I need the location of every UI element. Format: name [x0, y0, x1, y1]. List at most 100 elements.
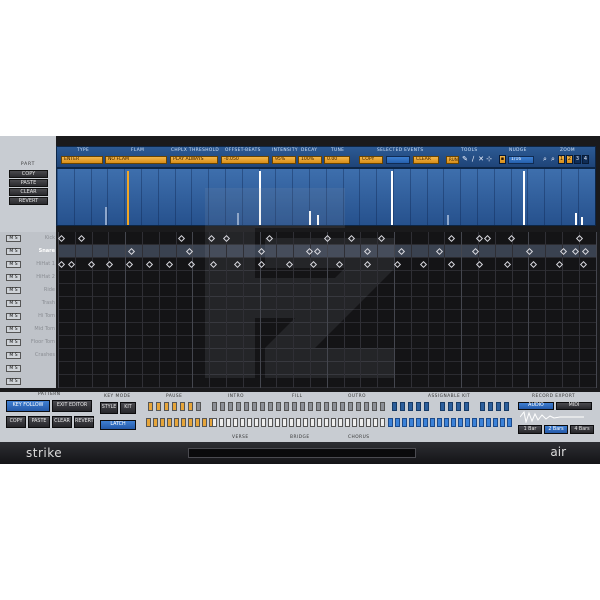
run-tool-button[interactable]: RUN	[446, 156, 459, 164]
pattern-key[interactable]	[400, 402, 405, 411]
mute-solo-button[interactable]: M S	[6, 339, 21, 346]
pattern-key[interactable]	[486, 418, 491, 427]
pattern-key[interactable]	[366, 418, 371, 427]
velocity-bar[interactable]	[523, 171, 525, 225]
pattern-key[interactable]	[392, 402, 397, 411]
pattern-key[interactable]	[252, 402, 257, 411]
pencil-icon[interactable]: ✎	[461, 155, 469, 164]
pattern-key[interactable]	[373, 418, 378, 427]
pattern-key[interactable]	[268, 418, 273, 427]
pattern-key[interactable]	[430, 418, 435, 427]
key-follow-button[interactable]: KEY FOLLOW	[6, 400, 50, 412]
pattern-key[interactable]	[164, 402, 169, 411]
mute-solo-button[interactable]: M S	[6, 248, 21, 255]
mute-solo-button[interactable]: M S	[6, 326, 21, 333]
pattern-key[interactable]	[174, 418, 179, 427]
part-revert-button[interactable]: REVERT	[9, 197, 48, 205]
pattern-key[interactable]	[444, 418, 449, 427]
mute-solo-button[interactable]: M S	[6, 365, 21, 372]
midi-button[interactable]: MIDI	[556, 402, 592, 410]
pattern-key[interactable]	[332, 402, 337, 411]
pattern-key[interactable]	[416, 402, 421, 411]
selected-copy-button[interactable]: COPY	[359, 156, 383, 164]
pattern-key[interactable]	[356, 402, 361, 411]
pattern-key[interactable]	[465, 418, 470, 427]
style-button[interactable]: STYLE	[100, 402, 118, 414]
velocity-bar[interactable]	[447, 215, 449, 225]
pattern-key[interactable]	[188, 418, 193, 427]
pattern-key[interactable]	[507, 418, 512, 427]
selected-events-field[interactable]	[386, 156, 410, 164]
pattern-key[interactable]	[458, 418, 463, 427]
velocity-bar[interactable]	[581, 217, 583, 225]
zoom-button-4[interactable]: 4	[582, 155, 589, 164]
pattern-key[interactable]	[345, 418, 350, 427]
mute-solo-button[interactable]: M S	[6, 352, 21, 359]
pattern-key[interactable]	[146, 418, 151, 427]
pattern-key[interactable]	[416, 418, 421, 427]
pattern-key[interactable]	[276, 402, 281, 411]
velocity-bar[interactable]	[575, 213, 577, 225]
mute-solo-button[interactable]: M S	[6, 274, 21, 281]
offset-field[interactable]: -0.050	[221, 156, 269, 164]
pattern-key[interactable]	[226, 418, 231, 427]
pattern-key[interactable]	[380, 402, 385, 411]
erase-icon[interactable]: ✕	[477, 155, 485, 164]
pattern-key[interactable]	[388, 418, 393, 427]
chplx-field[interactable]: PLAY ALWAYS	[170, 156, 218, 164]
pattern-key[interactable]	[172, 402, 177, 411]
tune-field[interactable]: 0.00	[324, 156, 350, 164]
pattern-key[interactable]	[472, 418, 477, 427]
pattern-key[interactable]	[275, 418, 280, 427]
pattern-key[interactable]	[303, 418, 308, 427]
nudge-lock-icon[interactable]: ▪	[499, 155, 506, 164]
bar-4-button[interactable]: 4 Bars	[570, 425, 594, 434]
pattern-key[interactable]	[324, 418, 329, 427]
pattern-key[interactable]	[480, 402, 485, 411]
pattern-key[interactable]	[261, 418, 266, 427]
pattern-key[interactable]	[212, 418, 217, 427]
pattern-key[interactable]	[423, 418, 428, 427]
pattern-key[interactable]	[372, 402, 377, 411]
pattern-key[interactable]	[338, 418, 343, 427]
pattern-key[interactable]	[308, 402, 313, 411]
part-clear-button[interactable]: CLEAR	[9, 188, 48, 196]
brush-icon[interactable]: ∕	[469, 155, 477, 164]
pattern-key[interactable]	[456, 402, 461, 411]
pattern-key[interactable]	[202, 418, 207, 427]
pattern-key[interactable]	[196, 402, 201, 411]
pattern-key[interactable]	[240, 418, 245, 427]
mute-solo-button[interactable]: M S	[6, 313, 21, 320]
mute-solo-button[interactable]: M S	[6, 261, 21, 268]
zoom-button-2[interactable]: 2	[566, 155, 573, 164]
pattern-key[interactable]	[479, 418, 484, 427]
zoom-button-3[interactable]: 3	[574, 155, 581, 164]
mute-solo-button[interactable]: M S	[6, 300, 21, 307]
pattern-key[interactable]	[348, 402, 353, 411]
part-copy-button[interactable]: COPY	[9, 170, 48, 178]
velocity-bar[interactable]	[127, 171, 129, 225]
pattern-key[interactable]	[181, 418, 186, 427]
exit-editor-button[interactable]: EXIT EDITOR	[52, 400, 92, 412]
pattern-key[interactable]	[153, 418, 158, 427]
pattern-key[interactable]	[359, 418, 364, 427]
pattern-key[interactable]	[496, 402, 501, 411]
pattern-key[interactable]	[160, 418, 165, 427]
pattern-paste-button[interactable]: PASTE	[28, 416, 50, 428]
pattern-key[interactable]	[500, 418, 505, 427]
pattern-key[interactable]	[316, 402, 321, 411]
pattern-key[interactable]	[247, 418, 252, 427]
pattern-clear-button[interactable]: CLEAR	[52, 416, 72, 428]
pattern-key[interactable]	[282, 418, 287, 427]
mute-solo-button[interactable]: M S	[6, 287, 21, 294]
pattern-revert-button[interactable]: REVERT	[74, 416, 94, 428]
pattern-key[interactable]	[395, 418, 400, 427]
pattern-key[interactable]	[408, 402, 413, 411]
type-field[interactable]: ENTER	[61, 156, 103, 164]
cursor-icon[interactable]: ⊹	[485, 155, 493, 164]
nudge-field[interactable]: 1/16	[508, 156, 534, 164]
zoom-button-1[interactable]: 1	[558, 155, 565, 164]
audio-button[interactable]: AUDIO	[518, 402, 554, 410]
pattern-key[interactable]	[340, 402, 345, 411]
pattern-key[interactable]	[195, 418, 200, 427]
